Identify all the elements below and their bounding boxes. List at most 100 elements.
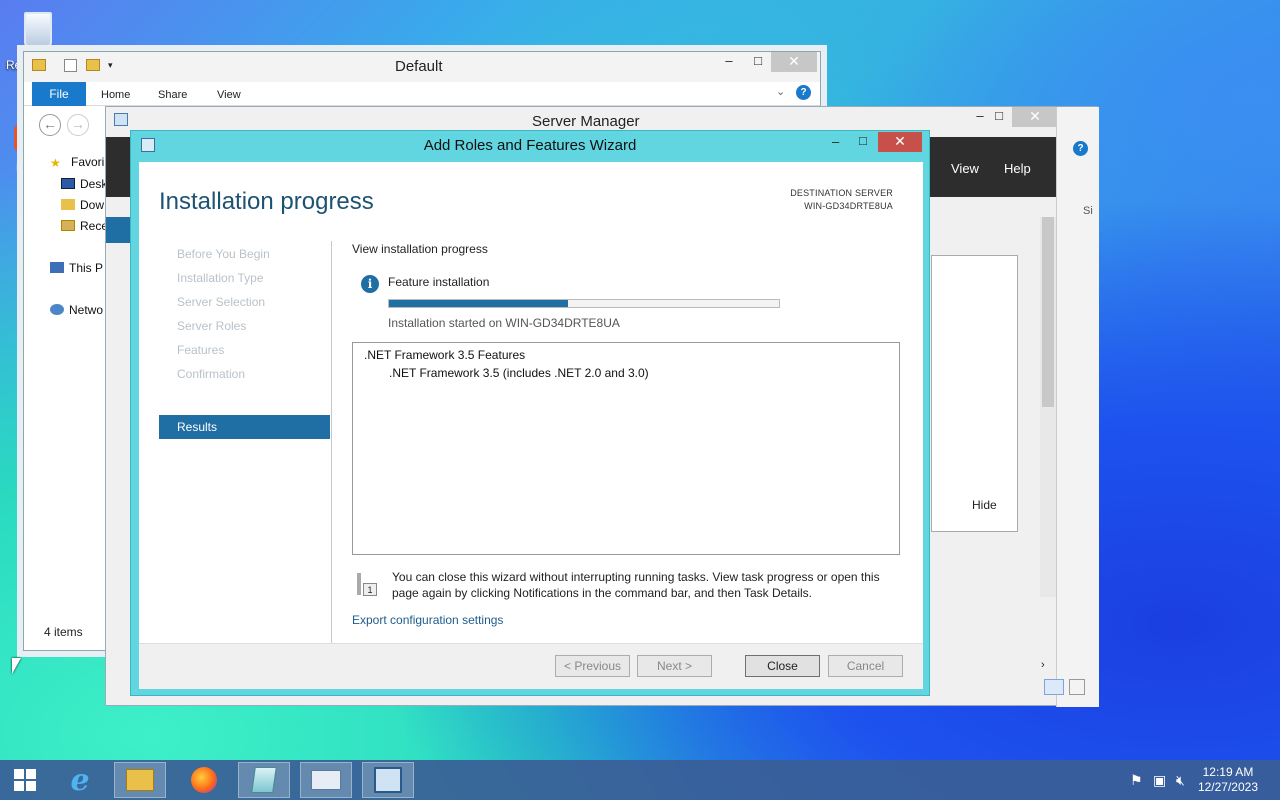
page-title: Installation progress xyxy=(159,188,374,215)
menu-view[interactable]: View xyxy=(951,161,979,176)
wizard-titlebar[interactable]: Add Roles and Features Wizard – □ ✕ xyxy=(131,131,929,159)
back-button[interactable]: ← xyxy=(39,114,61,136)
maximize-button[interactable]: □ xyxy=(745,52,771,72)
destination-label: DESTINATION SERVER xyxy=(790,188,893,198)
tree-this-pc[interactable]: This P xyxy=(50,261,103,275)
recycle-bin-icon[interactable] xyxy=(18,8,58,54)
step-before-you-begin[interactable]: Before You Begin xyxy=(177,247,270,261)
explorer-title: Default xyxy=(395,58,443,75)
tab-home[interactable]: Home xyxy=(101,89,130,101)
tab-share[interactable]: Share xyxy=(158,89,187,101)
mouse-cursor-icon xyxy=(12,658,21,674)
start-button[interactable] xyxy=(0,762,50,798)
explorer-titlebar[interactable]: ▾ Default – □ ✕ xyxy=(24,52,820,82)
wizard-title: Add Roles and Features Wizard xyxy=(423,137,637,154)
wizard-client: Installation progress DESTINATION SERVER… xyxy=(139,162,923,689)
wizard-close-button[interactable]: ✕ xyxy=(878,132,922,152)
next-button[interactable]: Next > xyxy=(637,655,712,677)
quick-access-dropdown-icon[interactable]: ▾ xyxy=(108,60,113,71)
sm-maximize-button[interactable]: □ xyxy=(986,107,1012,127)
file-explorer-taskbar-icon[interactable] xyxy=(114,762,166,798)
divider xyxy=(331,241,332,659)
sm-close-button[interactable]: ✕ xyxy=(1012,107,1058,127)
notepad-taskbar-icon[interactable] xyxy=(238,762,290,798)
sm-nav-selected[interactable] xyxy=(106,217,132,243)
step-server-selection[interactable]: Server Selection xyxy=(177,295,265,309)
sm-tile: Hide xyxy=(931,255,1018,532)
new-folder-icon[interactable] xyxy=(86,59,100,71)
installation-started-text: Installation started on WIN-GD34DRTE8UA xyxy=(388,316,620,330)
add-roles-wizard-window[interactable]: Add Roles and Features Wizard – □ ✕ Inst… xyxy=(130,130,930,696)
internet-explorer-icon[interactable]: e xyxy=(54,762,106,798)
taskbar: e ⚑ ▣ 🔇︎ 12:19 AM 12/27/2023 xyxy=(0,760,1280,800)
tree-network[interactable]: Netwo xyxy=(50,303,103,317)
sm-help-icon[interactable]: ? xyxy=(1073,141,1088,156)
tab-view[interactable]: View xyxy=(217,89,241,101)
result-subfeature: .NET Framework 3.5 (includes .NET 2.0 an… xyxy=(389,366,649,380)
firefox-icon[interactable] xyxy=(178,762,230,798)
tiles-view-icon[interactable] xyxy=(1069,679,1085,695)
tree-recent[interactable]: Rece xyxy=(61,219,108,233)
desktop-icon xyxy=(61,178,75,189)
info-icon: i xyxy=(361,275,379,293)
view-progress-label: View installation progress xyxy=(352,242,488,256)
hide-link[interactable]: Hide xyxy=(972,498,997,512)
wizard-maximize-button[interactable]: □ xyxy=(859,133,867,148)
export-configuration-link[interactable]: Export configuration settings xyxy=(352,613,503,627)
step-server-roles[interactable]: Server Roles xyxy=(177,319,246,333)
feature-installation-label: Feature installation xyxy=(388,275,490,289)
on-screen-keyboard-icon[interactable] xyxy=(300,762,352,798)
clock-date: 12/27/2023 xyxy=(1197,780,1258,794)
close-wizard-button[interactable]: Close xyxy=(745,655,820,677)
windows-logo-icon xyxy=(14,769,36,791)
system-clock[interactable]: 12:19 AM 12/27/2023 xyxy=(1198,765,1258,795)
file-tab[interactable]: File xyxy=(32,82,86,106)
results-list[interactable]: .NET Framework 3.5 Features .NET Framewo… xyxy=(352,342,900,555)
step-results[interactable]: Results xyxy=(159,415,330,439)
step-confirmation[interactable]: Confirmation xyxy=(177,367,245,381)
ribbon-expand-icon[interactable]: ⌄ xyxy=(776,85,785,98)
result-feature: .NET Framework 3.5 Features xyxy=(364,348,526,362)
sm-scrollbar[interactable] xyxy=(1040,217,1056,597)
wizard-minimize-button[interactable]: – xyxy=(832,134,839,149)
sm-scrollbar-thumb[interactable] xyxy=(1042,217,1054,407)
recent-places-icon xyxy=(61,220,75,231)
desktop-icon-label: F xyxy=(16,162,23,174)
note-line-1: You can close this wizard without interr… xyxy=(392,570,880,584)
notification-flag-icon: 1 xyxy=(357,573,379,597)
server-manager-title: Server Manager xyxy=(532,113,640,130)
forward-button[interactable]: → xyxy=(67,114,89,136)
note-line-2: page again by clicking Notifications in … xyxy=(392,586,813,600)
close-button[interactable]: ✕ xyxy=(771,52,817,72)
menu-help[interactable]: Help xyxy=(1004,161,1031,176)
status-bar-text: 4 items xyxy=(44,625,83,639)
step-features[interactable]: Features xyxy=(177,343,224,357)
details-view-icon[interactable] xyxy=(1044,679,1064,695)
tree-favorites[interactable]: ★ Favori xyxy=(50,155,104,170)
progress-bar xyxy=(388,299,780,308)
network-tray-icon[interactable]: ▣ xyxy=(1153,772,1166,789)
downloads-folder-icon xyxy=(61,199,75,210)
help-icon[interactable]: ? xyxy=(796,85,811,100)
sm-search-fragment: Si xyxy=(1083,205,1093,217)
wizard-footer: < Previous Next > Close Cancel xyxy=(139,643,923,689)
cancel-button[interactable]: Cancel xyxy=(828,655,903,677)
action-center-flag-icon[interactable]: ⚑ xyxy=(1130,772,1143,789)
progress-bar-fill xyxy=(389,300,569,307)
destination-server: DESTINATION SERVER WIN-GD34DRTE8UA xyxy=(790,187,893,213)
server-manager-taskbar-icon[interactable] xyxy=(362,762,414,798)
computer-icon xyxy=(50,262,64,273)
tree-downloads[interactable]: Dow xyxy=(61,198,104,212)
ribbon: File Home Share View ⌄ ? xyxy=(24,82,820,106)
previous-button[interactable]: < Previous xyxy=(555,655,630,677)
folder-icon xyxy=(32,59,46,71)
server-manager-icon xyxy=(114,113,128,126)
tree-desktop[interactable]: Desk xyxy=(61,177,107,191)
volume-muted-icon[interactable]: 🔇︎ xyxy=(1176,772,1185,789)
step-installation-type[interactable]: Installation Type xyxy=(177,271,264,285)
properties-icon[interactable] xyxy=(64,59,77,72)
destination-name: WIN-GD34DRTE8UA xyxy=(804,201,893,211)
scroll-right-icon[interactable]: › xyxy=(1041,659,1045,671)
minimize-button[interactable]: – xyxy=(716,52,742,72)
clock-time: 12:19 AM xyxy=(1202,765,1254,779)
